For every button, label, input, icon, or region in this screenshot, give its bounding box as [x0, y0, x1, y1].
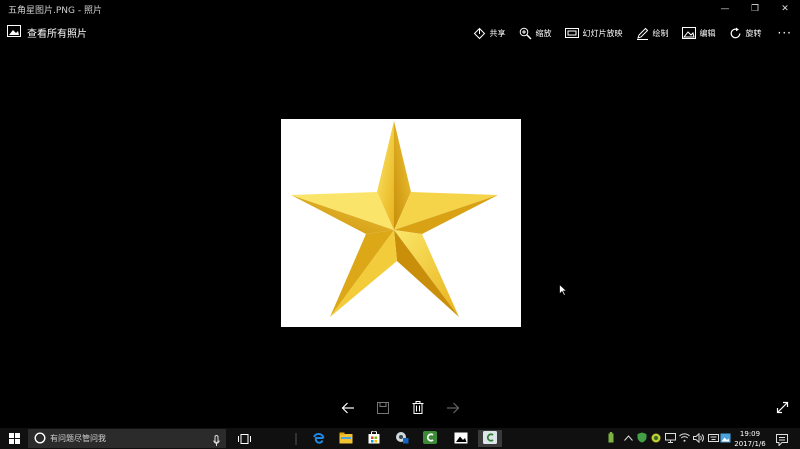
rotate-button[interactable]: 旋转 [729, 24, 762, 42]
fullscreen-button[interactable] [774, 400, 790, 416]
rotate-label: 旋转 [745, 28, 762, 38]
share-label: 共享 [489, 28, 506, 38]
security-tray-button[interactable] [636, 431, 648, 446]
previous-button[interactable] [340, 400, 356, 416]
edit-label: 编辑 [699, 28, 716, 38]
notification-icon [776, 431, 788, 449]
start-button[interactable] [0, 428, 28, 449]
photos-icon [454, 429, 468, 448]
slideshow-icon [564, 27, 579, 39]
battery-tray-button[interactable] [606, 431, 616, 446]
file-explorer-icon [339, 429, 353, 448]
media-app-button[interactable] [393, 430, 411, 447]
chevron-up-icon [623, 434, 633, 443]
edit-button[interactable]: 编辑 [681, 24, 716, 42]
edit-icon [681, 27, 696, 39]
share-icon [473, 27, 486, 40]
edge-icon [312, 429, 325, 448]
save-button[interactable] [375, 400, 391, 416]
view-all-photos-label: 查看所有照片 [27, 29, 87, 40]
wifi-icon [678, 433, 690, 444]
slideshow-button[interactable]: 幻灯片放映 [564, 24, 623, 42]
more-options-button[interactable]: ··· [778, 26, 792, 40]
cortana-search-box[interactable]: 有问题尽管问我 [28, 429, 226, 448]
minimize-button[interactable]: — [710, 0, 740, 18]
displayed-photo [281, 119, 521, 327]
title-bar: 五角星图片.PNG - 照片 — ❐ ✕ [0, 0, 800, 18]
photo-navigation-bar [0, 396, 800, 420]
window-controls: — ❐ ✕ [710, 0, 800, 18]
taskbar-separator [287, 430, 305, 447]
show-hidden-icons-button[interactable] [622, 431, 634, 446]
wifi-tray-button[interactable] [678, 431, 690, 446]
search-placeholder: 有问题尽管问我 [50, 434, 106, 443]
camtasia-button[interactable] [421, 430, 439, 447]
photos-button[interactable] [452, 430, 470, 447]
save-icon [377, 399, 389, 418]
shield-icon [637, 432, 647, 445]
mouse-cursor-icon [559, 281, 568, 300]
close-button[interactable]: ✕ [770, 0, 800, 18]
app-toolbar: 查看所有照片 共享 缩放 幻灯片放映 绘制 编辑 旋转 ··· [0, 18, 800, 48]
keyboard-icon [707, 433, 719, 444]
action-center-button[interactable] [776, 431, 788, 449]
back-arrow-icon [341, 399, 355, 418]
system-clock[interactable]: 19:09 2017/1/6 [728, 429, 772, 449]
photo-viewer[interactable] [0, 48, 800, 428]
volume-tray-button[interactable] [692, 431, 704, 446]
network-tray-button[interactable] [664, 431, 676, 446]
camtasia-icon [423, 429, 437, 448]
media-icon [395, 429, 409, 448]
battery-icon [608, 432, 614, 445]
cortana-icon [34, 429, 46, 448]
view-all-photos-button[interactable]: 查看所有照片 [7, 25, 87, 40]
clock-date: 2017/1/6 [734, 440, 766, 448]
edge-button[interactable] [309, 430, 327, 447]
zoom-label: 缩放 [535, 28, 552, 38]
window-title: 五角星图片.PNG - 照片 [8, 6, 102, 16]
camtasia-recorder-button[interactable] [478, 430, 502, 447]
task-view-icon [237, 429, 251, 448]
zoom-icon [519, 27, 532, 40]
forward-arrow-icon [446, 399, 460, 418]
draw-label: 绘制 [652, 28, 669, 38]
next-button[interactable] [445, 400, 461, 416]
slideshow-label: 幻灯片放映 [582, 28, 623, 38]
gold-star-icon [291, 121, 498, 317]
store-button[interactable] [365, 430, 383, 447]
file-explorer-button[interactable] [337, 430, 355, 447]
microphone-icon[interactable] [213, 432, 220, 449]
rotate-icon [729, 27, 742, 40]
zoom-button[interactable]: 缩放 [519, 24, 552, 42]
fullscreen-icon [776, 399, 789, 418]
draw-icon [636, 27, 649, 40]
windows-logo-icon [8, 429, 20, 448]
delete-icon [412, 399, 424, 418]
windows-taskbar: 有问题尽管问我 19:09 2017/1/6 [0, 428, 800, 449]
keyboard-tray-button[interactable] [707, 431, 719, 446]
clock-time: 19:09 [739, 430, 761, 438]
photo-icon [7, 25, 21, 40]
network-icon [664, 432, 676, 445]
app-tray-button[interactable] [650, 431, 662, 446]
delete-button[interactable] [410, 400, 426, 416]
task-view-button[interactable] [235, 430, 253, 447]
draw-button[interactable]: 绘制 [636, 24, 669, 42]
toolbar-actions: 共享 缩放 幻灯片放映 绘制 编辑 旋转 ··· [460, 24, 792, 42]
share-button[interactable]: 共享 [473, 24, 506, 42]
store-icon [368, 429, 380, 448]
camtasia-recorder-icon [483, 429, 497, 448]
app-tray-icon [651, 433, 661, 445]
maximize-button[interactable]: ❐ [740, 0, 770, 18]
volume-icon [692, 432, 704, 445]
